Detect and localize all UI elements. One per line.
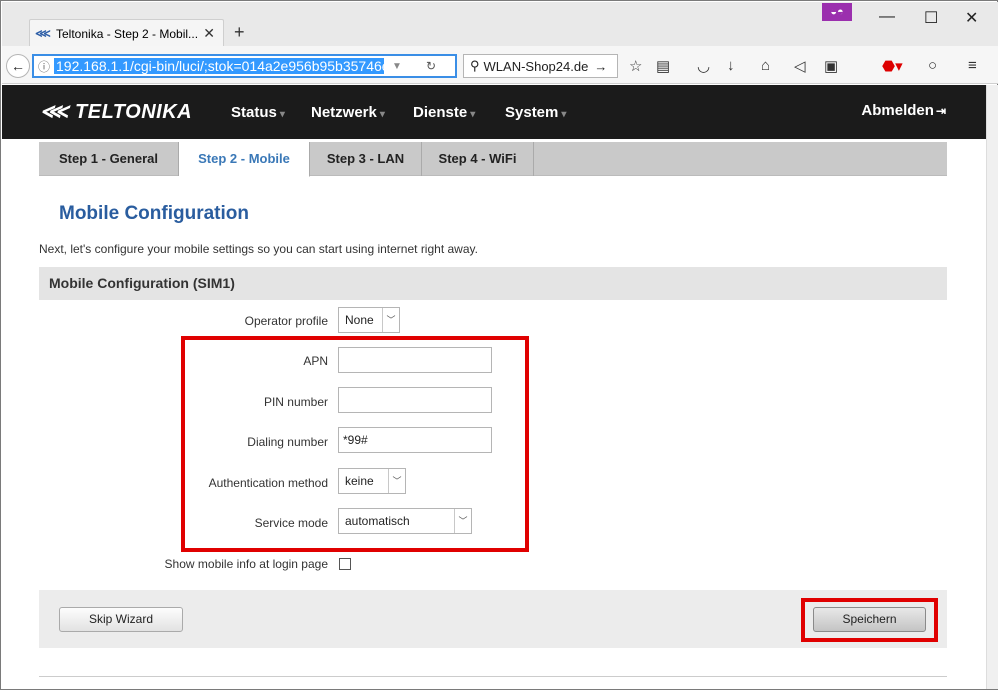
bookmark-star-icon[interactable]: ☆ [629, 57, 642, 75]
url-bar[interactable]: ⓘ 192.168.1.1/cgi-bin/luci/;stok=014a2e9… [32, 54, 457, 78]
menu-status[interactable]: Status ▾ [231, 104, 285, 121]
reading-list-icon[interactable]: ▤ [656, 57, 670, 75]
new-tab-button[interactable]: + [234, 22, 245, 43]
url-text[interactable]: 192.168.1.1/cgi-bin/luci/;stok=014a2e956… [54, 58, 384, 74]
back-button[interactable]: ← [6, 54, 30, 78]
menu-netzwerk[interactable]: Netzwerk ▾ [311, 104, 385, 121]
operator-profile-select[interactable]: None ﹀ [338, 307, 400, 333]
teltonika-favicon-icon: ⋘ [35, 28, 51, 40]
chat-icon[interactable]: ○ [928, 57, 937, 74]
wizard-tabs: Step 1 - General Step 2 - Mobile Step 3 … [39, 142, 947, 177]
chevron-down-icon: ▾ [279, 109, 285, 120]
dropdown-arrow-icon[interactable]: ▼ [392, 61, 402, 72]
intro-text: Next, let's configure your mobile settin… [39, 242, 478, 256]
private-mask-icon: ◒◓ [822, 3, 852, 21]
operator-profile-label: Operator profile [244, 314, 328, 328]
logout-link[interactable]: Abmelden ⇥ [861, 102, 946, 119]
close-window-button[interactable]: ✕ [965, 8, 978, 28]
menu-icon[interactable]: ≡ [968, 57, 977, 74]
vertical-scrollbar[interactable] [986, 85, 998, 689]
maximize-button[interactable]: ☐ [924, 8, 938, 28]
send-icon[interactable]: ◁ [794, 57, 806, 75]
section-header: Mobile Configuration (SIM1) [39, 267, 947, 300]
skip-wizard-button[interactable]: Skip Wizard [59, 607, 183, 632]
search-go-icon[interactable]: → [594, 59, 607, 74]
minimize-button[interactable]: — [879, 8, 895, 26]
divider [39, 676, 947, 677]
chevron-down-icon: ▾ [470, 109, 476, 120]
browser-window: ⋘ Teltonika - Step 2 - Mobil... ✕ + ◒◓ —… [0, 0, 998, 690]
tab-title: Teltonika - Step 2 - Mobil... [56, 26, 199, 41]
reload-icon[interactable]: ↻ [426, 59, 436, 73]
logout-icon: ⇥ [935, 104, 946, 118]
tab-step-3-lan[interactable]: Step 3 - LAN [310, 142, 422, 176]
teltonika-logo: ⋘ TELTONIKA [40, 101, 193, 123]
app-header: ⋘ TELTONIKA Status ▾ Netzwerk ▾ Dienste ▾ S… [2, 85, 986, 139]
navigation-bar: ← ⓘ 192.168.1.1/cgi-bin/luci/;stok=014a2… [2, 46, 998, 84]
tab-step-4-wifi[interactable]: Step 4 - WiFi [422, 142, 534, 176]
search-text: WLAN-Shop24.de [483, 58, 589, 74]
pocket-icon[interactable]: ◡ [697, 57, 710, 75]
chevron-down-icon: ▾ [561, 109, 567, 120]
download-icon[interactable]: ↓ [727, 57, 735, 74]
search-bar[interactable]: ⚲ WLAN-Shop24.de → [463, 54, 618, 78]
menu-system[interactable]: System ▾ [505, 104, 566, 121]
menu-dienste[interactable]: Dienste ▾ [413, 104, 475, 121]
highlight-box-fields [181, 336, 529, 552]
page-title: Mobile Configuration [59, 203, 249, 224]
extension-icon[interactable]: ▣ [824, 57, 838, 75]
tab-step-2-mobile[interactable]: Step 2 - Mobile [179, 142, 310, 177]
highlight-box-save [801, 598, 938, 642]
adblock-icon[interactable]: ⬣▾ [882, 57, 903, 75]
browser-tab[interactable]: ⋘ Teltonika - Step 2 - Mobil... ✕ [29, 19, 224, 47]
chevron-down-icon: ﹀ [382, 308, 399, 332]
search-icon: ⚲ [470, 58, 480, 73]
tab-close-icon[interactable]: ✕ [203, 25, 215, 42]
title-bar: ⋘ Teltonika - Step 2 - Mobil... ✕ + ◒◓ —… [2, 2, 998, 47]
show-mobile-info-label: Show mobile info at login page [164, 557, 328, 571]
operator-profile-value: None [345, 313, 374, 327]
show-mobile-info-checkbox[interactable] [339, 558, 351, 570]
info-icon[interactable]: ⓘ [34, 58, 54, 75]
back-arrow-icon: ← [11, 58, 25, 74]
chevron-down-icon: ▾ [379, 109, 385, 120]
tab-step-1-general[interactable]: Step 1 - General [39, 142, 179, 176]
home-icon[interactable]: ⌂ [761, 57, 770, 74]
